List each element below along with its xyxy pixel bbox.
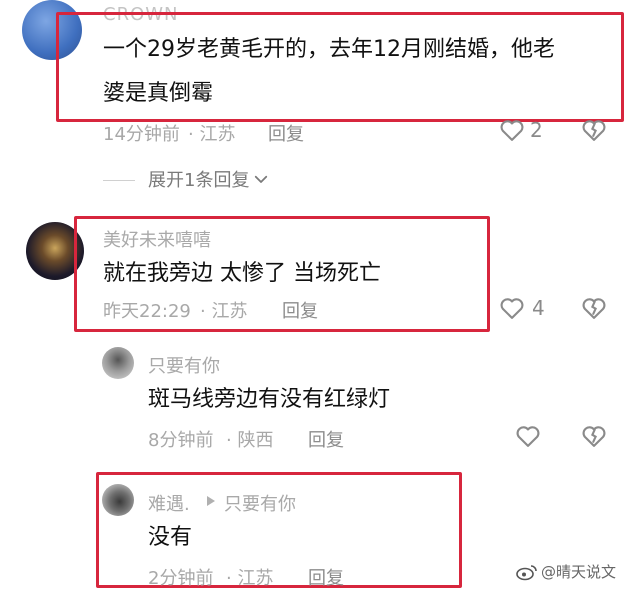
broken-heart-icon: [582, 426, 606, 447]
chevron-down-icon: [255, 175, 268, 183]
like-button[interactable]: 2: [498, 116, 543, 144]
comment-author[interactable]: 美好未来嘻嘻: [103, 226, 211, 252]
like-count: 4: [532, 296, 545, 320]
reply-text: 斑马线旁边有没有红绿灯: [148, 387, 391, 412]
dislike-button[interactable]: [580, 294, 608, 322]
reply-button[interactable]: 回复: [268, 120, 304, 146]
avatar-nanyu[interactable]: [102, 484, 134, 516]
expand-replies-button[interactable]: 展开1条回复: [148, 166, 270, 192]
like-button[interactable]: 4: [498, 294, 545, 322]
reply-location: · 江苏: [226, 568, 274, 589]
like-count: 2: [530, 118, 543, 142]
reply-time: 2分钟前: [148, 568, 214, 589]
reply-button[interactable]: 回复: [282, 297, 318, 323]
comment-text: 就在我旁边 太惨了 当场死亡: [103, 261, 381, 286]
heart-icon: [516, 426, 540, 447]
comment-location: · 江苏: [188, 124, 236, 145]
reply-time: 8分钟前: [148, 430, 214, 451]
play-triangle-icon: [207, 496, 215, 506]
broken-heart-icon: [582, 120, 606, 141]
comment-time: 14分钟前: [103, 124, 180, 145]
reply-button[interactable]: 回复: [308, 426, 344, 452]
reply-author[interactable]: 难遇.: [148, 490, 190, 516]
heart-icon: [500, 298, 524, 319]
watermark-text: @晴天说文: [541, 563, 617, 581]
broken-heart-icon: [582, 298, 606, 319]
dislike-button[interactable]: [580, 422, 608, 450]
comment-location: · 江苏: [200, 301, 248, 322]
reply-author[interactable]: 只要有你: [148, 352, 220, 378]
heart-icon: [500, 120, 524, 141]
weibo-logo-icon: [516, 564, 537, 580]
comment-text-line1: 一个29岁老黄毛开的，去年12月刚结婚，他老: [103, 37, 555, 62]
expand-divider: [103, 180, 135, 181]
comment-text-line2: 婆是真倒霉: [103, 81, 214, 106]
comment-time: 昨天22:29: [103, 301, 191, 322]
dislike-button[interactable]: [580, 116, 608, 144]
expand-replies-label: 展开1条回复: [148, 170, 250, 191]
like-button[interactable]: [514, 422, 542, 450]
reply-location: · 陕西: [226, 430, 274, 451]
reply-button[interactable]: 回复: [308, 564, 344, 590]
avatar-zhiyao[interactable]: [102, 347, 134, 379]
reply-text: 没有: [148, 525, 193, 550]
watermark: @晴天说文: [516, 561, 616, 582]
reply-to-author[interactable]: 只要有你: [224, 490, 296, 516]
